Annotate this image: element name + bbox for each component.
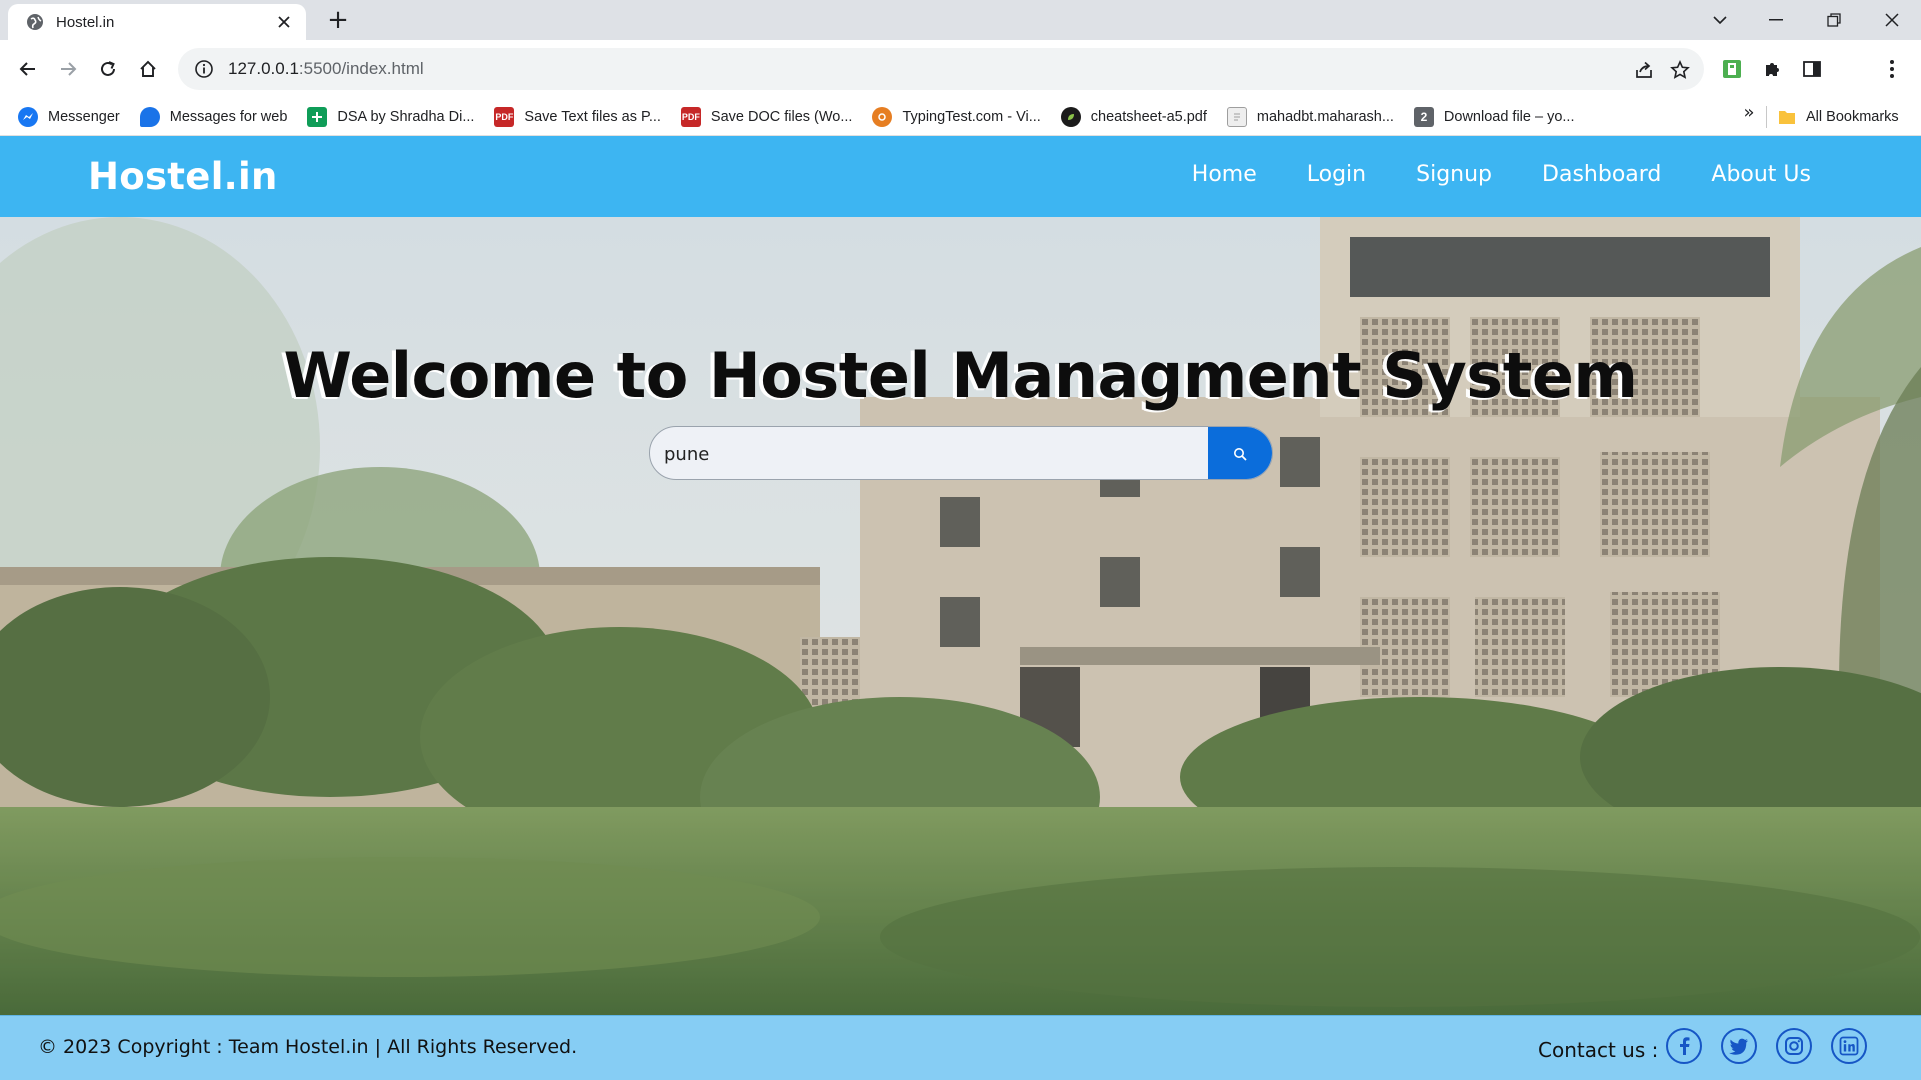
linkedin-icon[interactable] — [1831, 1028, 1867, 1064]
site-info-icon[interactable] — [194, 59, 214, 79]
all-bookmarks-label: All Bookmarks — [1806, 109, 1899, 125]
facebook-icon[interactable] — [1666, 1028, 1702, 1064]
minimize-icon[interactable] — [1748, 0, 1804, 40]
side-panel-icon[interactable] — [1796, 53, 1828, 85]
hero-section: Welcome to Hostel Managment System — [0, 217, 1921, 1015]
address-bar[interactable]: 127.0.0.1:5500/index.html — [178, 48, 1704, 90]
site-navbar: Hostel.in Home Login Signup Dashboard Ab… — [0, 136, 1921, 217]
nav-about-us[interactable]: About Us — [1711, 162, 1811, 187]
hero-headline: Welcome to Hostel Managment System — [283, 339, 1638, 412]
bookmark-messenger[interactable]: Messenger — [18, 106, 120, 127]
bookmark-label: cheatsheet-a5.pdf — [1090, 108, 1207, 125]
tab-search-icon[interactable] — [1692, 0, 1748, 40]
all-bookmarks-button[interactable]: All Bookmarks — [1778, 98, 1899, 136]
share-icon[interactable] — [1630, 56, 1658, 84]
contact-label: Contact us : — [1538, 1038, 1659, 1062]
bookmark-label: TypingTest.com - Vi... — [902, 108, 1041, 125]
bookmark-label: Messages for web — [169, 108, 288, 125]
search-input[interactable] — [650, 427, 1210, 479]
bookmark-label: DSA by Shradha Di... — [337, 108, 475, 125]
copyright-text: © 2023 Copyright : Team Hostel.in | All … — [38, 1036, 578, 1058]
search-icon — [1233, 447, 1247, 461]
typingtest-icon — [872, 106, 893, 127]
menu-kebab-icon[interactable] — [1876, 53, 1908, 85]
leaf-icon — [1060, 106, 1081, 127]
messenger-icon — [18, 106, 38, 127]
hostel-building-background-image — [0, 217, 1921, 1015]
browser-tab[interactable]: Hostel.in — [8, 4, 306, 40]
tab-title: Hostel.in — [56, 13, 115, 31]
url-host: 127.0.0.1 — [228, 59, 299, 78]
site-logo[interactable]: Hostel.in — [88, 155, 278, 198]
browser-tab-strip: Hostel.in + — [0, 0, 1921, 40]
sheets-icon — [307, 106, 328, 127]
bookmark-typingtest[interactable]: TypingTest.com - Vi... — [872, 106, 1041, 127]
folder-icon — [1778, 109, 1796, 125]
bookmark-messages-for-web[interactable]: Messages for web — [139, 106, 288, 127]
instagram-icon[interactable] — [1776, 1028, 1812, 1064]
site-footer: © 2023 Copyright : Team Hostel.in | All … — [0, 1015, 1921, 1080]
bookmark-dsa-sheet[interactable]: DSA by Shradha Di... — [307, 106, 475, 127]
url-text: 127.0.0.1:5500/index.html — [228, 59, 424, 79]
nav-dashboard[interactable]: Dashboard — [1542, 162, 1661, 187]
bookmark-label: Messenger — [48, 108, 120, 125]
bookmark-save-doc-files[interactable]: PDF Save DOC files (Wo... — [680, 106, 853, 127]
nav-signup[interactable]: Signup — [1416, 162, 1492, 187]
restore-icon[interactable] — [1806, 0, 1862, 40]
pdf-icon: PDF — [680, 106, 701, 127]
bookmark-cheatsheet[interactable]: cheatsheet-a5.pdf — [1060, 106, 1207, 127]
extension-green-icon[interactable] — [1716, 53, 1748, 85]
bookmark-label: Save Text files as P... — [524, 108, 661, 125]
close-tab-icon[interactable] — [274, 12, 294, 32]
bookmark-label: Save DOC files (Wo... — [710, 108, 853, 125]
bookmark-download-file[interactable]: 2 Download file – yo... — [1413, 106, 1575, 127]
nav-links: Home Login Signup Dashboard About Us — [1142, 162, 1811, 187]
back-icon[interactable] — [12, 53, 44, 85]
new-tab-button[interactable]: + — [322, 7, 354, 34]
pdf-icon: PDF — [494, 106, 515, 127]
nav-home[interactable]: Home — [1192, 162, 1257, 187]
search-bar — [649, 426, 1273, 480]
bookmarks-bar: Messenger Messages for web DSA by Shradh… — [0, 98, 1921, 136]
bookmark-mahadbt[interactable]: mahadbt.maharash... — [1226, 106, 1394, 127]
messages-icon — [139, 106, 160, 127]
nav-login[interactable]: Login — [1307, 162, 1366, 187]
close-window-icon[interactable] — [1864, 0, 1920, 40]
forward-icon[interactable] — [52, 53, 84, 85]
star-icon[interactable] — [1666, 56, 1694, 84]
home-icon[interactable] — [132, 53, 164, 85]
bookmark-label: Download file – yo... — [1443, 108, 1575, 125]
reload-icon[interactable] — [92, 53, 124, 85]
download-file-icon: 2 — [1413, 106, 1434, 127]
twitter-icon[interactable] — [1721, 1028, 1757, 1064]
document-icon — [1226, 106, 1247, 127]
search-button[interactable] — [1208, 427, 1272, 479]
browser-toolbar: 127.0.0.1:5500/index.html — [0, 40, 1921, 98]
extensions-puzzle-icon[interactable] — [1756, 53, 1788, 85]
bookmark-save-text-files[interactable]: PDF Save Text files as P... — [494, 106, 661, 127]
bookmarks-divider — [1766, 106, 1767, 128]
bookmarks-overflow-button[interactable]: » — [1738, 102, 1760, 130]
webpage: Hostel.in Home Login Signup Dashboard Ab… — [0, 136, 1921, 1080]
bookmark-label: mahadbt.maharash... — [1256, 108, 1394, 125]
globe-icon — [26, 13, 44, 31]
url-path: :5500/index.html — [298, 59, 424, 78]
